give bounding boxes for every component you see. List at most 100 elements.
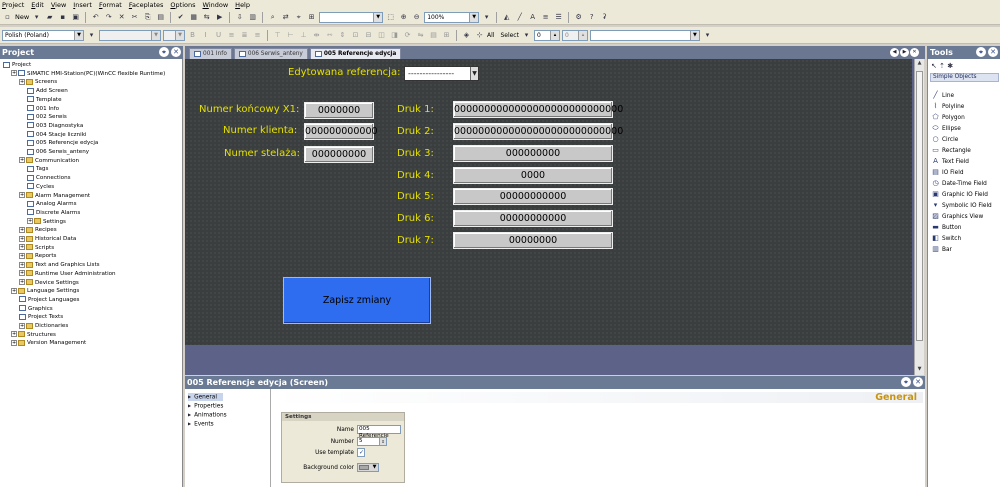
expand-icon[interactable]: + bbox=[19, 226, 25, 233]
line-color-icon[interactable]: ╱ bbox=[514, 12, 525, 23]
tree-item[interactable]: Add Screen bbox=[27, 87, 68, 95]
menu-insert[interactable]: Insert bbox=[73, 1, 92, 9]
align-middle-icon[interactable]: ⊢ bbox=[285, 30, 296, 41]
end-number-field[interactable]: 0000000 bbox=[304, 102, 374, 119]
tool-symbolic-io-field[interactable]: ▾ Symbolic IO Field bbox=[931, 200, 992, 210]
druk-4-field[interactable]: 0000 bbox=[453, 167, 613, 184]
tab-005-referencje-edycja[interactable]: 005 Referencje edycja bbox=[309, 48, 402, 59]
tool-polyline[interactable]: ⌇ Polyline bbox=[931, 101, 965, 111]
number-field[interactable]: 5 ⇕ bbox=[357, 437, 387, 446]
background-color-picker[interactable]: ▼ bbox=[357, 463, 379, 472]
tool-circle[interactable]: ○ Circle bbox=[931, 134, 958, 144]
pin-icon[interactable]: ⌖ bbox=[976, 47, 986, 57]
tree-item[interactable]: Project Languages bbox=[19, 296, 79, 304]
tree-item[interactable]: + Version Management bbox=[11, 339, 86, 347]
tool-ellipse[interactable]: ⬭ Ellipse bbox=[931, 123, 961, 133]
expand-icon[interactable]: + bbox=[19, 78, 25, 85]
druk-7-field[interactable]: 00000000 bbox=[453, 232, 613, 249]
redo-icon[interactable]: ↷ bbox=[103, 12, 114, 23]
expand-icon[interactable]: + bbox=[19, 157, 25, 164]
menu-faceplates[interactable]: Faceplates bbox=[129, 1, 164, 9]
tree-item[interactable]: + Settings bbox=[27, 218, 66, 226]
font-color-icon[interactable]: A bbox=[527, 12, 538, 23]
tool-line[interactable]: ╱ Line bbox=[931, 90, 954, 100]
zoom-combo[interactable]: 100% ▼ bbox=[424, 11, 480, 23]
italic-icon[interactable]: I bbox=[200, 30, 211, 41]
use-template-checkbox[interactable]: ✓ bbox=[357, 448, 365, 457]
tool-io-field[interactable]: ▤ IO Field bbox=[931, 167, 963, 177]
tree-item[interactable]: 003 Diagnostyka bbox=[27, 122, 83, 130]
menu-window[interactable]: Window bbox=[203, 1, 229, 9]
tools-category-simple-objects[interactable]: Simple Objects bbox=[930, 73, 999, 82]
flip-icon[interactable]: ⇋ bbox=[415, 30, 426, 41]
spinner-icon[interactable]: ⇕ bbox=[379, 438, 386, 445]
tree-item[interactable]: + Language Settings bbox=[11, 287, 79, 295]
save-icon[interactable]: ▪ bbox=[57, 12, 68, 23]
new-icon[interactable]: ▫ bbox=[2, 12, 13, 23]
menu-view[interactable]: View bbox=[51, 1, 66, 9]
fill-color-icon[interactable]: ◭ bbox=[501, 12, 512, 23]
tree-item[interactable]: + Scripts bbox=[19, 244, 54, 252]
close-icon[interactable]: ✕ bbox=[171, 47, 181, 57]
all-label[interactable]: All bbox=[487, 32, 494, 39]
dropdown-arrow-icon[interactable]: ▾ bbox=[702, 30, 713, 41]
menu-edit[interactable]: Edit bbox=[31, 1, 44, 9]
tree-item[interactable]: + Recipes bbox=[19, 226, 57, 234]
tool-bar[interactable]: ▥ Bar bbox=[931, 244, 952, 254]
scroll-up-icon[interactable]: ▲ bbox=[916, 60, 923, 68]
runtime-icon[interactable]: ▶ bbox=[214, 12, 225, 23]
zoom-in-icon[interactable]: ⊕ bbox=[398, 12, 409, 23]
tool-polygon[interactable]: ⬠ Polygon bbox=[931, 112, 964, 122]
druk-1-field[interactable]: 0000000000000000000000000000 bbox=[453, 101, 623, 118]
save-changes-button[interactable]: Zapisz zmiany bbox=[283, 277, 431, 324]
tree-item[interactable]: Project Texts bbox=[19, 313, 63, 321]
tree-item[interactable]: + Alarm Management bbox=[19, 192, 90, 200]
pin-icon[interactable]: ⌖ bbox=[159, 47, 169, 57]
cut-icon[interactable]: ✂ bbox=[129, 12, 140, 23]
tree-item[interactable]: Project bbox=[3, 61, 31, 69]
check-icon[interactable]: ✔ bbox=[175, 12, 186, 23]
tool-rectangle[interactable]: ▭ Rectangle bbox=[931, 145, 971, 155]
rack-number-field[interactable]: 000000000 bbox=[304, 146, 374, 163]
tree-item[interactable]: + Structures bbox=[11, 331, 56, 339]
tree-item[interactable]: Connections bbox=[27, 174, 71, 182]
help-icon[interactable]: ? bbox=[586, 12, 597, 23]
expand-icon[interactable]: + bbox=[27, 218, 33, 225]
transfer-icon[interactable]: ⇆ bbox=[201, 12, 212, 23]
spin-field-1[interactable]: 0 ▴ bbox=[533, 29, 560, 41]
tool-switch[interactable]: ◧ Switch bbox=[931, 233, 961, 243]
close-icon[interactable]: ✕ bbox=[913, 377, 923, 387]
tool-graphics-view[interactable]: ▨ Graphics View bbox=[931, 211, 983, 221]
tab-close-icon[interactable]: ✕ bbox=[910, 48, 919, 57]
same-width-icon[interactable]: ⇿ bbox=[324, 30, 335, 41]
rotate-icon[interactable]: ⟳ bbox=[402, 30, 413, 41]
expand-icon[interactable]: + bbox=[11, 70, 17, 77]
expand-icon[interactable]: + bbox=[19, 235, 25, 242]
save-all-icon[interactable]: ▣ bbox=[70, 12, 81, 23]
expand-icon[interactable]: + bbox=[11, 331, 17, 338]
expand-icon[interactable]: + bbox=[19, 192, 25, 198]
what-is-icon[interactable]: ʡ bbox=[599, 12, 610, 23]
compile-icon[interactable]: ▦ bbox=[188, 12, 199, 23]
dropdown-arrow-icon[interactable]: ▾ bbox=[481, 12, 492, 23]
align-left-icon[interactable]: ≡ bbox=[226, 30, 237, 41]
zoom-box-icon[interactable]: ⬚ bbox=[385, 12, 396, 23]
spin-field-2[interactable]: 0 ▴ bbox=[561, 29, 588, 41]
zoom-out-icon[interactable]: ⊖ bbox=[411, 12, 422, 23]
tree-item[interactable]: Template bbox=[27, 96, 62, 104]
expand-icon[interactable]: + bbox=[19, 244, 25, 251]
font-combo[interactable]: ▼ bbox=[99, 29, 161, 41]
new-button-label[interactable]: New bbox=[15, 13, 29, 21]
dropdown-arrow-icon[interactable]: ▾ bbox=[31, 12, 42, 23]
tree-item[interactable]: + Communication bbox=[19, 157, 79, 165]
undo-icon[interactable]: ↶ bbox=[90, 12, 101, 23]
tool-graphic-io-field[interactable]: ▣ Graphic IO Field bbox=[931, 189, 988, 199]
object-name-combo[interactable]: ▼ bbox=[589, 29, 700, 41]
tool-date-time-field[interactable]: ◷ Date-Time Field bbox=[931, 178, 986, 188]
prop-nav-general[interactable]: General bbox=[188, 393, 223, 401]
expand-icon[interactable]: + bbox=[11, 339, 17, 346]
tree-item[interactable]: + Screens bbox=[19, 78, 57, 86]
align-right-icon[interactable]: ≡ bbox=[252, 30, 263, 41]
scroll-thumb[interactable] bbox=[916, 71, 923, 341]
align-center-icon[interactable]: ≣ bbox=[239, 30, 250, 41]
